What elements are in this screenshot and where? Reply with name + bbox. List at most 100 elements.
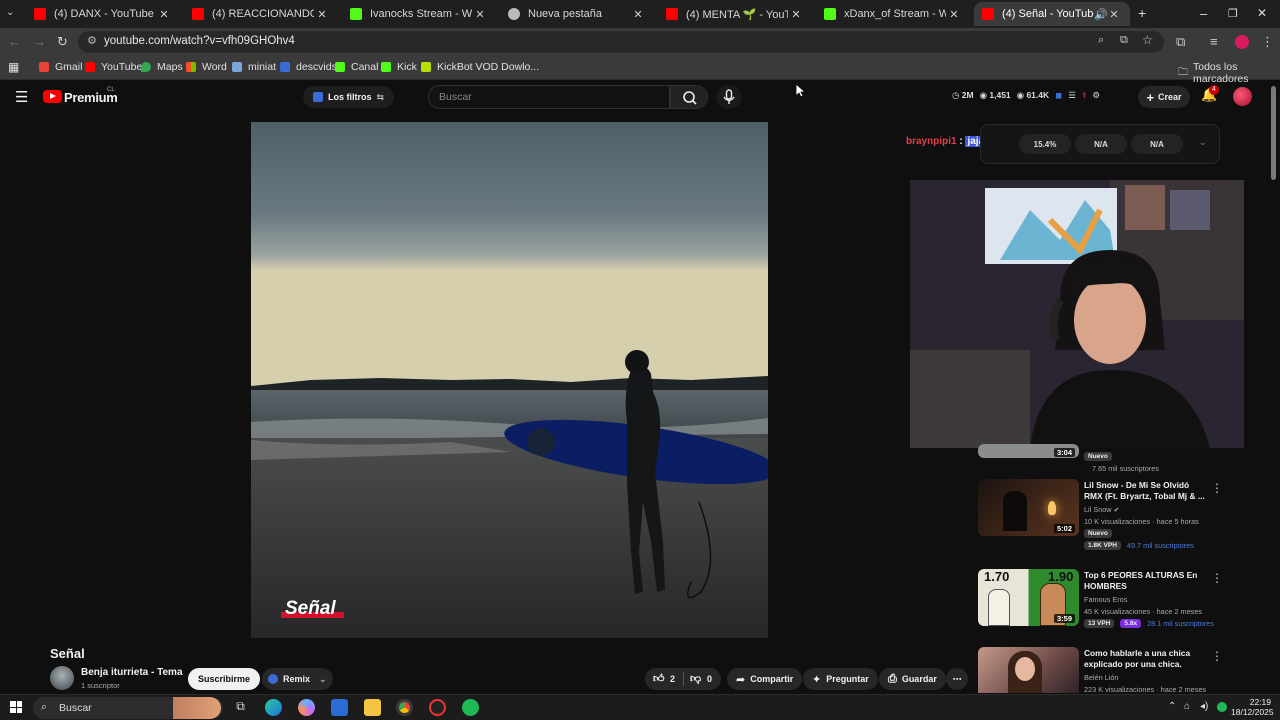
hamburger-menu-icon[interactable]: ☰ xyxy=(15,88,28,106)
like-icon[interactable]: 👍︎ xyxy=(653,672,665,685)
taskbar-clock[interactable]: 22:19 18/12/2025 xyxy=(1231,697,1274,717)
spotify-icon[interactable] xyxy=(462,699,479,716)
close-tab-icon[interactable]: ✕ xyxy=(630,8,646,21)
bookmark-gmail[interactable]: Gmail xyxy=(39,61,82,73)
filters-button[interactable]: Los filtros ⇆ xyxy=(303,86,395,108)
channel-avatar[interactable] xyxy=(50,666,74,690)
url-field[interactable]: ⚙ youtube.com/watch?v=vfh09GHOhv4 ⌕ ⧉ ☆ xyxy=(78,31,1164,53)
site-info-icon[interactable]: ⚙ xyxy=(87,34,97,47)
bookmark-youtube[interactable]: YouTube xyxy=(85,61,142,73)
account-avatar[interactable] xyxy=(1233,87,1252,106)
zoom-icon[interactable]: ⌕ xyxy=(1098,34,1104,47)
like-count[interactable]: 2 xyxy=(670,674,675,684)
tray-chevron-icon[interactable]: ⌃ xyxy=(1168,701,1176,712)
tools-icon[interactable]: ⚕ xyxy=(1082,90,1087,101)
bookmark-descvids[interactable]: descvids xyxy=(280,61,337,73)
rec-channel[interactable]: Belén Lión xyxy=(1084,673,1119,683)
video-thumbnail[interactable] xyxy=(978,647,1079,693)
close-tab-icon[interactable]: ✕ xyxy=(788,8,804,21)
rec-title[interactable]: Como hablarle a una chica explicado por … xyxy=(1084,648,1208,670)
minimize-icon[interactable]: – xyxy=(1200,6,1207,21)
network-icon[interactable]: ⌂ xyxy=(1184,701,1190,712)
close-window-icon[interactable]: ✕ xyxy=(1257,6,1267,20)
windows-start-icon[interactable] xyxy=(10,701,22,713)
save-button[interactable]: ⎙ Guardar xyxy=(879,668,946,690)
close-tab-icon[interactable]: ✕ xyxy=(314,8,330,21)
more-options-icon[interactable]: ⋮ xyxy=(1211,481,1223,495)
bookmark-maps[interactable]: Maps xyxy=(141,61,183,73)
restore-icon[interactable]: ❐ xyxy=(1228,7,1238,20)
rec-channel[interactable]: Famous Eros xyxy=(1084,595,1127,605)
page-scrollbar[interactable] xyxy=(1271,86,1276,180)
youtube-logo-icon[interactable] xyxy=(43,90,62,103)
channel-name[interactable]: Benja iturrieta - Tema xyxy=(81,667,183,678)
more-actions-button[interactable]: ⋯ xyxy=(946,668,968,690)
obs-icon[interactable] xyxy=(429,699,446,716)
close-tab-icon[interactable]: ✕ xyxy=(946,8,962,21)
install-app-icon[interactable]: ⧉ xyxy=(1120,34,1128,47)
store-icon[interactable] xyxy=(331,699,348,716)
subscribe-button[interactable]: Suscribirme xyxy=(188,668,261,690)
forward-icon[interactable]: → xyxy=(33,34,46,49)
apps-grid-icon[interactable]: ▦ xyxy=(8,60,19,74)
dislike-count[interactable]: 0 xyxy=(707,674,712,684)
bookmark-star-icon[interactable]: ☆ xyxy=(1142,33,1153,47)
tab-search-icon[interactable]: ⌄ xyxy=(6,7,14,18)
recommendation-item[interactable]: 1.70 1.90 3:59 Top 6 PEORES ALTURAS En H… xyxy=(978,569,1223,649)
reload-icon[interactable]: ↻ xyxy=(57,34,68,50)
url-text[interactable]: youtube.com/watch?v=vfh09GHOhv4 xyxy=(104,35,295,47)
list-icon[interactable]: ☰ xyxy=(1068,90,1076,101)
more-options-icon[interactable]: ⋮ xyxy=(1211,571,1223,585)
browser-tab[interactable]: Ivanocks Stream - Watch Live o ✕ xyxy=(342,2,496,26)
extensions-icon[interactable]: ⧉ xyxy=(1176,34,1185,50)
bookmark-kickbot[interactable]: KickBot VOD Dowlo... xyxy=(421,61,539,73)
extension-icon[interactable]: ◼ xyxy=(1055,90,1062,101)
new-tab-button[interactable]: + xyxy=(1138,5,1146,21)
create-button[interactable]: + Crear xyxy=(1138,86,1190,108)
share-button[interactable]: ➦ Compartir xyxy=(727,668,803,690)
video-player[interactable]: Señal xyxy=(251,122,768,638)
settings-icon[interactable]: ⚙ xyxy=(1092,90,1100,101)
task-view-icon[interactable]: ⧉ xyxy=(232,699,249,716)
back-icon[interactable]: ← xyxy=(8,34,21,49)
tray-app-icon[interactable] xyxy=(1217,702,1227,712)
ask-button[interactable]: ✦ Preguntar xyxy=(803,668,878,690)
video-thumbnail[interactable]: 3:04 xyxy=(978,444,1079,458)
profile-avatar-icon[interactable] xyxy=(1235,35,1249,49)
file-explorer-icon[interactable] xyxy=(364,699,381,716)
recommendation-item[interactable]: 5:02 Lil Snow - De Mi Se Olvidó RMX (Ft.… xyxy=(978,479,1223,559)
rec-title[interactable]: Top 6 PEORES ALTURAS En HOMBRES xyxy=(1084,570,1208,592)
dislike-icon[interactable]: 👎︎ xyxy=(690,672,701,685)
recommendation-item[interactable]: Como hablarle a una chica explicado por … xyxy=(978,647,1223,694)
taskbar-search-input[interactable]: ⌕ Buscar xyxy=(33,697,223,719)
chevron-down-icon[interactable]: ⌄ xyxy=(1199,137,1207,148)
search-input[interactable]: Buscar xyxy=(428,85,670,109)
close-tab-icon[interactable]: ✕ xyxy=(1106,8,1122,21)
edge-icon[interactable] xyxy=(265,699,282,716)
speaker-icon[interactable]: 🔊 xyxy=(1094,8,1108,21)
browser-tab[interactable]: (4) REACCIONANDO AL ÁRBOL ✕ xyxy=(184,2,338,26)
more-options-icon[interactable]: ⋮ xyxy=(1211,649,1223,663)
bookmark-canal[interactable]: Canal xyxy=(335,61,378,73)
video-thumbnail[interactable]: 1.70 1.90 3:59 xyxy=(978,569,1079,626)
browser-tab[interactable]: (4) MENTA 🌱 - YouTube ✕ xyxy=(658,2,812,26)
voice-search-button[interactable] xyxy=(716,85,742,109)
browser-tab-active[interactable]: (4) Señal - YouTube 🔊 ✕ xyxy=(974,2,1130,26)
search-button[interactable] xyxy=(670,85,708,109)
media-control-icon[interactable]: ≡ xyxy=(1210,34,1218,49)
browser-menu-icon[interactable]: ⋮ xyxy=(1261,34,1274,50)
close-tab-icon[interactable]: ✕ xyxy=(156,8,172,21)
remix-button[interactable]: Remix ⌄ xyxy=(262,668,333,690)
chrome-icon[interactable] xyxy=(396,699,413,716)
volume-icon[interactable]: ◂) xyxy=(1200,701,1208,712)
video-thumbnail[interactable]: 5:02 xyxy=(978,479,1079,536)
browser-tab[interactable]: (4) DANX - YouTube ✕ xyxy=(26,2,180,26)
rec-channel[interactable]: Lil Snow ✔ xyxy=(1084,505,1120,516)
recommendation-item[interactable]: 3:04 Nuevo 7.65 mil suscriptores xyxy=(978,444,1218,478)
bookmark-miniat[interactable]: miniat xyxy=(232,61,276,73)
rec-title[interactable]: Lil Snow - De Mi Se Olvidó RMX (Ft. Brya… xyxy=(1084,480,1208,502)
copilot-icon[interactable] xyxy=(298,699,315,716)
bookmark-word[interactable]: Word xyxy=(186,61,227,73)
browser-tab[interactable]: Nueva pestaña ✕ xyxy=(500,2,654,26)
close-tab-icon[interactable]: ✕ xyxy=(472,8,488,21)
